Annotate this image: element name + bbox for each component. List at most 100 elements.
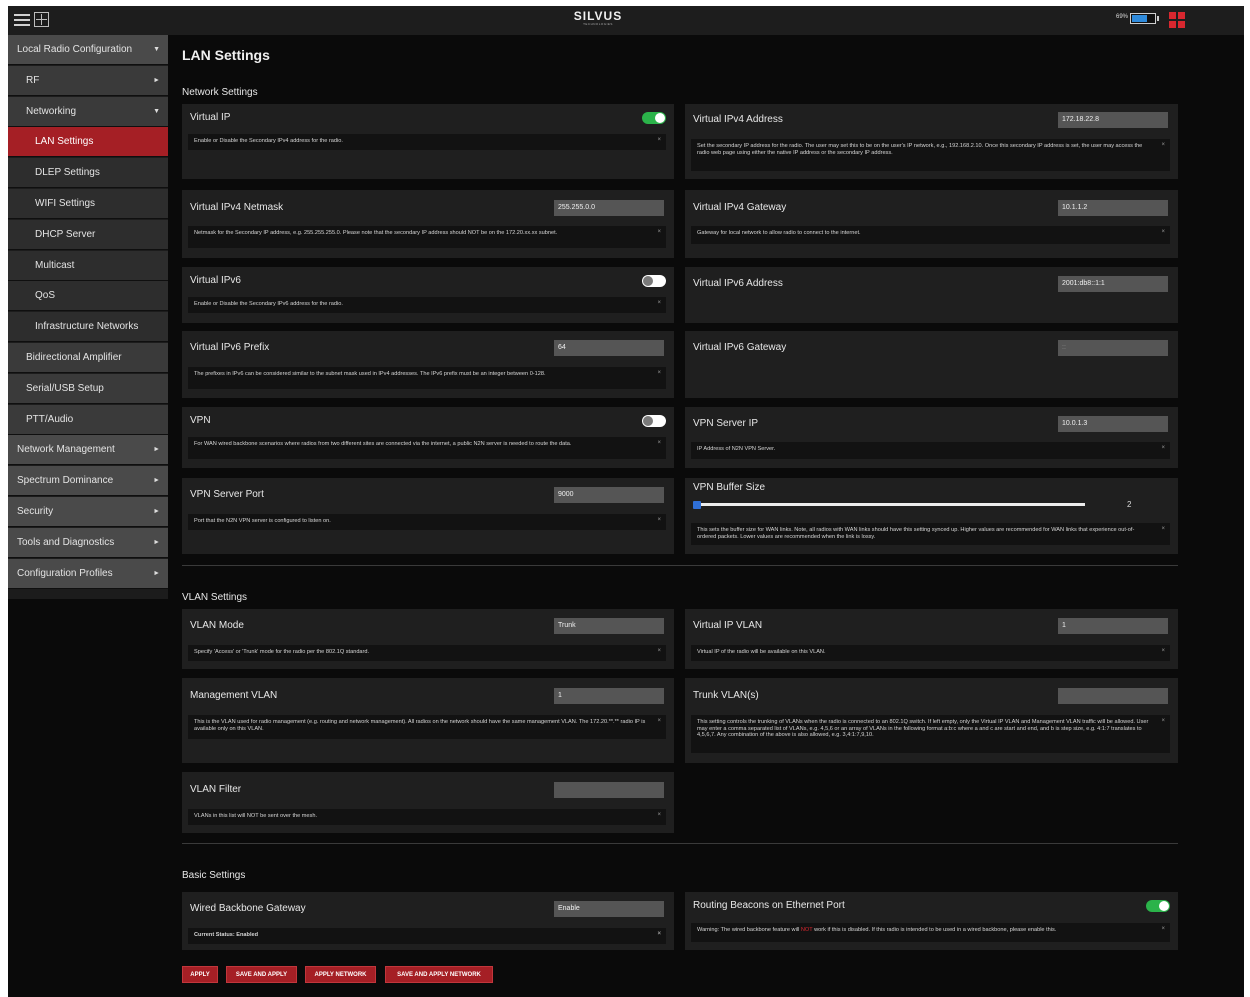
close-icon[interactable]: × [657,931,661,938]
sidebar-item-serial-usb-setup[interactable]: Serial/USB Setup [8,373,168,404]
sidebar-item-label: DHCP Server [35,228,96,240]
sidebar-item-label: WIFI Settings [35,198,96,209]
virtual-ip-toggle[interactable] [642,112,666,124]
section-network-settings: Network Settings [182,87,258,98]
virtual-ipv6-address-input[interactable]: 2001:db8::1:1 [1058,276,1168,292]
battery-percent: 69% [1116,14,1129,20]
vpn-toggle[interactable] [642,415,666,427]
close-icon[interactable]: × [657,229,661,236]
apply-button[interactable]: APPLY [182,966,218,983]
sidebar-item-network-management[interactable]: Network Management ► [8,435,168,466]
save-and-apply-network-button[interactable]: SAVE AND APPLY NETWORK [385,966,493,983]
sidebar-item-label: DLEP Settings [35,167,100,179]
close-icon[interactable]: × [657,517,661,524]
virtual-ip-vlan-input[interactable]: 1 [1058,618,1168,634]
close-icon[interactable]: × [1161,718,1165,725]
chevron-right-icon: ► [153,76,160,84]
routing-beacons-toggle[interactable] [1146,900,1170,912]
sidebar-item-configuration-profiles[interactable]: Configuration Profiles ► [8,558,168,589]
trunk-vlans-title: Trunk VLAN(s) [693,690,759,701]
sidebar-item-label: Network Management [17,444,115,456]
chevron-right-icon: ► [153,569,160,577]
virtual-ipv6-address-title: Virtual IPv6 Address [693,278,783,289]
management-vlan-input[interactable]: 1 [554,688,664,704]
close-icon[interactable]: × [1161,526,1165,533]
sidebar-item-dlep-settings[interactable]: DLEP Settings [8,158,168,189]
close-icon[interactable]: × [1161,926,1165,933]
vlan-filter-input[interactable] [554,782,664,798]
sidebar-item-label: QoS [35,290,56,302]
card-management-vlan: Management VLAN 1 This is the VLAN used … [182,678,674,763]
vpn-server-ip-input[interactable]: 10.0.1.3 [1058,416,1168,432]
sidebar-item-qos[interactable]: QoS [8,281,168,312]
virtual-ipv4-gateway-title: Virtual IPv4 Gateway [693,202,787,213]
virtual-ipv6-toggle[interactable] [642,275,666,287]
virtual-ipv6-prefix-input[interactable]: 64 [554,340,664,356]
trunk-vlans-input[interactable] [1058,688,1168,704]
card-virtual-ipv4-gateway: Virtual IPv4 Gateway 10.1.1.2 Gateway fo… [685,190,1178,258]
chevron-right-icon: ► [153,538,160,546]
sidebar-item-dhcp-server[interactable]: DHCP Server [8,219,168,250]
card-vpn-server-port: VPN Server Port 9000 Port that the N2N V… [182,478,674,554]
sidebar-item-tools-and-diagnostics[interactable]: Tools and Diagnostics ► [8,527,168,558]
menu-icon[interactable] [14,12,30,28]
sidebar-item-label: Spectrum Dominance [17,475,114,487]
close-icon[interactable]: × [657,648,661,655]
sidebar-item-label: Serial/USB Setup [26,382,104,394]
vlan-filter-title: VLAN Filter [190,784,242,795]
close-icon[interactable]: × [657,300,661,307]
management-vlan-desc: This is the VLAN used for radio manageme… [188,715,666,739]
vpn-buffer-size-slider-handle[interactable] [693,501,701,509]
sidebar-item-lan-settings[interactable]: LAN Settings [8,127,168,158]
vpn-server-port-title: VPN Server Port [190,489,264,500]
sidebar-item-spectrum-dominance[interactable]: Spectrum Dominance ► [8,466,168,497]
close-icon[interactable]: × [1161,229,1165,236]
close-icon[interactable]: × [657,137,661,144]
section-basic-settings: Basic Settings [182,870,246,881]
sidebar-item-wifi-settings[interactable]: WIFI Settings [8,189,168,219]
sidebar-item-label: Local Radio Configuration [17,44,133,55]
app-window: SILVUS TECHNOLOGIES 69% Local Radio Conf… [8,6,1244,997]
vlan-mode-select[interactable]: Trunk [554,618,664,634]
sidebar-item-infrastructure-networks[interactable]: Infrastructure Networks [8,312,168,343]
virtual-ipv4-netmask-input[interactable]: 255.255.0.0 [554,200,664,216]
sidebar-item-ptt-audio[interactable]: PTT/Audio [8,404,168,435]
vpn-server-port-input[interactable]: 9000 [554,487,664,503]
card-routing-beacons: Routing Beacons on Ethernet Port Warning… [685,892,1178,950]
close-icon[interactable]: × [1161,445,1165,452]
wired-backbone-gateway-select[interactable]: Enable [554,901,664,917]
close-icon[interactable]: × [657,718,661,725]
virtual-ipv4-address-input[interactable]: 172.18.22.8 [1058,112,1168,128]
silvus-logo: SILVUS TECHNOLOGIES [568,10,628,27]
save-and-apply-button[interactable]: SAVE AND APPLY [226,966,297,983]
card-virtual-ipv6-address: Virtual IPv6 Address 2001:db8::1:1 [685,267,1178,323]
sidebar-item-rf[interactable]: RF ► [8,65,168,96]
card-vlan-mode: VLAN Mode Trunk Specify 'Access' or 'Tru… [182,609,674,669]
virtual-ipv4-gateway-input[interactable]: 10.1.1.2 [1058,200,1168,216]
close-icon[interactable]: × [1161,648,1165,655]
close-icon[interactable]: × [1161,142,1165,149]
sidebar-item-bidirectional-amplifier[interactable]: Bidirectional Amplifier [8,343,168,373]
virtual-ip-vlan-desc: Virtual IP of the radio will be availabl… [691,645,1170,661]
sidebar-item-multicast[interactable]: Multicast [8,250,168,281]
sidebar-item-local-radio-configuration[interactable]: Local Radio Configuration ▼ [8,35,168,65]
close-icon[interactable]: × [657,440,661,447]
close-icon[interactable]: × [657,812,661,819]
vlan-filter-desc: VLANs in this list will NOT be sent over… [188,809,666,825]
sidebar-item-label: Tools and Diagnostics [17,536,115,548]
virtual-ipv6-gateway-input[interactable]: :: [1058,340,1168,356]
sidebar-item-label: RF [26,74,40,86]
card-wired-backbone-gateway: Wired Backbone Gateway Enable Current St… [182,892,674,950]
vpn-server-ip-desc: IP Address of N2N VPN Server. × [691,442,1170,459]
close-icon[interactable]: × [657,370,661,377]
grid-icon[interactable] [1169,12,1185,28]
apply-network-button[interactable]: APPLY NETWORK [305,966,376,983]
add-window-icon[interactable] [34,12,49,27]
sidebar-item-label: Configuration Profiles [17,567,113,579]
virtual-ipv6-title: Virtual IPv6 [190,275,241,286]
vpn-buffer-size-slider[interactable] [693,503,1085,506]
sidebar-item-security[interactable]: Security ► [8,497,168,527]
chevron-right-icon: ► [153,446,160,454]
virtual-ipv4-netmask-title: Virtual IPv4 Netmask [190,202,284,213]
sidebar-item-networking[interactable]: Networking ▼ [8,96,168,127]
